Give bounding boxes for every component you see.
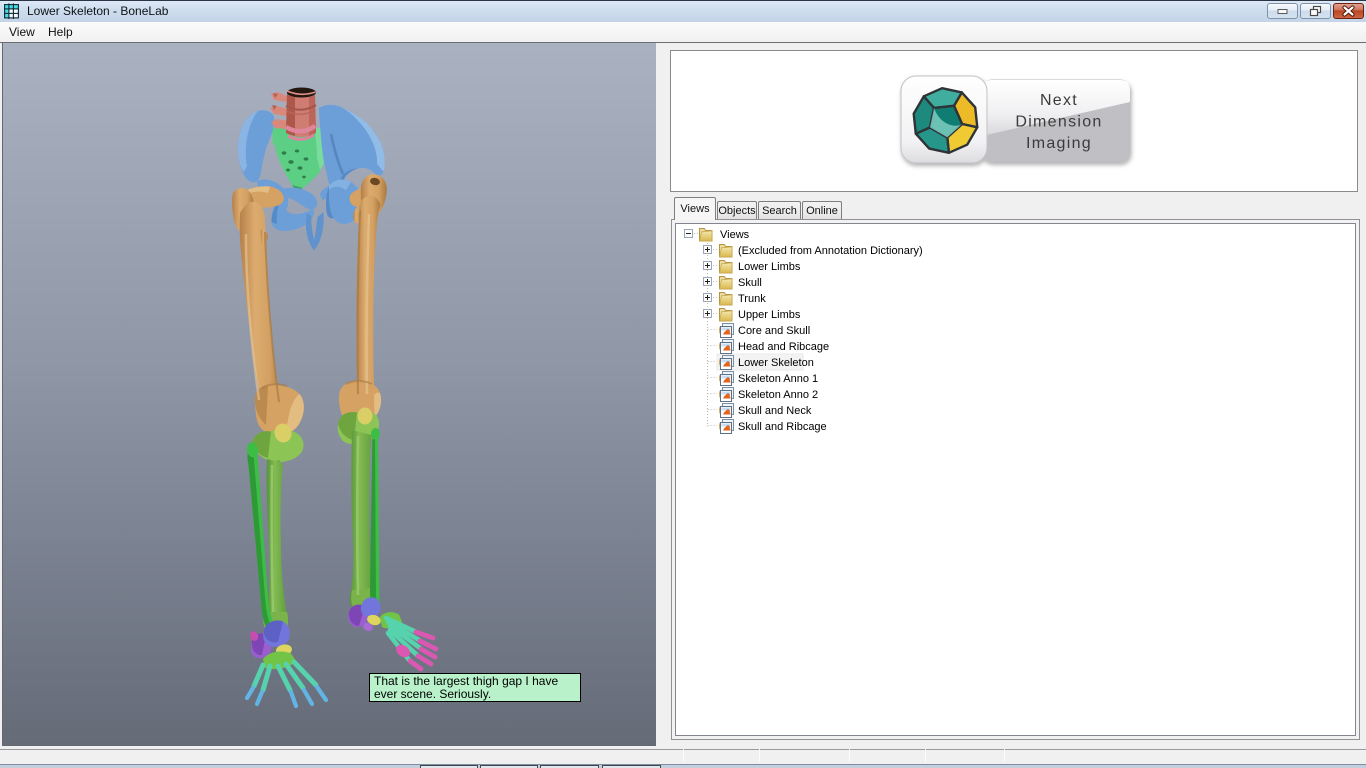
svg-text:Skeleton Anno 1: Skeleton Anno 1 [738,373,818,385]
svg-text:Lower Limbs: Lower Limbs [738,261,801,273]
svg-text:Lower Skeleton: Lower Skeleton [738,357,814,369]
svg-text:(Excluded from Annotation Dict: (Excluded from Annotation Dictionary) [738,245,923,257]
svg-text:Trunk: Trunk [738,293,766,305]
svg-text:Imaging: Imaging [1026,135,1092,152]
svg-text:Dimension: Dimension [1015,114,1102,131]
svg-text:Skull and Ribcage: Skull and Ribcage [738,421,827,433]
svg-text:Skull: Skull [738,277,762,289]
svg-text:Core and Skull: Core and Skull [738,325,810,337]
svg-text:Views: Views [720,229,750,241]
svg-text:Upper Limbs: Upper Limbs [738,309,801,321]
svg-text:Skull and Neck: Skull and Neck [738,405,812,417]
svg-text:Next: Next [1040,92,1078,109]
svg-text:Skeleton Anno 2: Skeleton Anno 2 [738,389,818,401]
svg-text:Head and Ribcage: Head and Ribcage [738,341,829,353]
